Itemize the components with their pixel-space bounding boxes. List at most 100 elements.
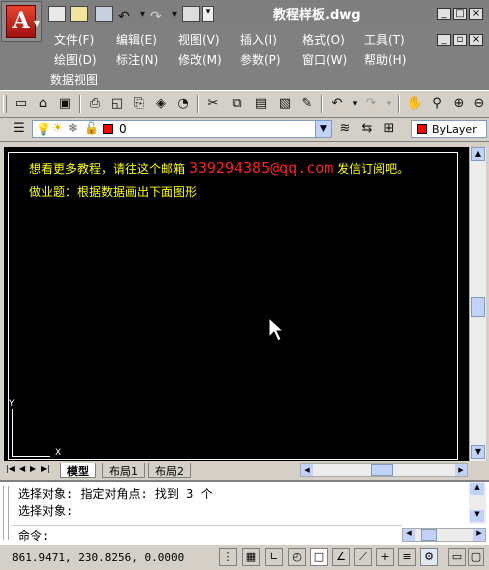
tab-layout1[interactable]: 布局1 (102, 463, 145, 478)
next-tab-icon[interactable]: ▶ (30, 464, 36, 473)
scroll-left-icon[interactable]: ◀ (301, 464, 313, 476)
menu-format[interactable]: 格式(O) (302, 31, 345, 48)
unlock-icon[interactable]: 🔓 (84, 121, 99, 135)
vertical-scrollbar[interactable]: ▲ ▼ (469, 147, 486, 461)
undo-icon[interactable]: ↶ (328, 95, 346, 113)
ortho-icon[interactable]: ∟ (265, 548, 283, 566)
scroll-down-icon[interactable]: ▼ (471, 445, 485, 459)
hscroll-thumb[interactable] (371, 464, 393, 476)
cut-icon[interactable]: ✂ (204, 95, 222, 113)
model-space-canvas[interactable]: 想看更多教程，请往这个邮箱 339294385@qq.com 发信订阅吧。 做业… (4, 147, 469, 461)
clean-screen-icon[interactable]: ▢ (468, 548, 484, 566)
command-prompt[interactable]: 命令: (18, 527, 49, 544)
save-icon[interactable] (95, 6, 113, 22)
close-icon[interactable]: × (469, 8, 483, 20)
coordinate-readout[interactable]: 861.9471, 230.8256, 0.0000 (12, 551, 184, 564)
layer-dropdown[interactable]: 💡 ☀ ❄ 🔓 0 ▼ (32, 120, 332, 138)
make-current-icon[interactable]: ≋ (336, 120, 354, 138)
menu-draw[interactable]: 绘图(D) (54, 51, 97, 68)
cmd-hscroll-thumb[interactable] (421, 529, 437, 541)
zoom-prev-icon[interactable]: ⊖ (470, 95, 488, 113)
menu-parametric[interactable]: 参数(P) (240, 51, 281, 68)
menu-dimension[interactable]: 标注(N) (116, 51, 158, 68)
menu-file[interactable]: 文件(F) (54, 31, 94, 48)
sun-icon[interactable]: ☀ (52, 121, 64, 136)
command-hscrollbar[interactable]: ◀ ▶ (402, 528, 486, 542)
osnap-icon[interactable]: □ (310, 548, 328, 566)
pan-icon[interactable]: ✋ (406, 95, 424, 113)
snap-icon[interactable]: ⋮ (219, 548, 237, 566)
grid-icon[interactable]: ▦ (242, 548, 260, 566)
save-icon[interactable]: ▣ (56, 95, 74, 113)
sheet-icon[interactable]: ◔ (174, 95, 192, 113)
application-menu-button[interactable]: A ▼ (1, 1, 42, 42)
3d-icon[interactable]: ◈ (152, 95, 170, 113)
match-icon[interactable]: ▧ (276, 95, 294, 113)
open-icon[interactable]: ⌂ (34, 95, 52, 113)
plot-icon[interactable] (182, 6, 200, 22)
zoom-window-icon[interactable]: ⊕ (450, 95, 468, 113)
color-dropdown[interactable]: ByLayer (411, 120, 487, 138)
menu-modify[interactable]: 修改(M) (178, 51, 222, 68)
fullscreen-icon[interactable]: ▭ (448, 548, 466, 566)
undo-dropdown-icon[interactable]: ▾ (140, 9, 145, 20)
tab-layout2[interactable]: 布局2 (148, 463, 191, 478)
paste-icon[interactable]: ▤ (252, 95, 270, 113)
menu-help[interactable]: 帮助(H) (364, 51, 406, 68)
menu-view[interactable]: 视图(V) (178, 31, 220, 48)
polar-icon[interactable]: ◴ (288, 548, 306, 566)
redo-icon[interactable]: ↷ (150, 9, 162, 25)
command-scrollbar[interactable]: ▲ ▼ (469, 482, 486, 524)
redo-dropdown-icon[interactable]: ▾ (172, 9, 177, 20)
scroll-up-icon[interactable]: ▲ (471, 147, 485, 161)
doc-close-icon[interactable]: × (469, 34, 483, 46)
copy-icon[interactable]: ⧉ (228, 95, 246, 113)
viewport-freeze-icon[interactable]: ❄ (68, 121, 78, 135)
scroll-right-icon[interactable]: ▶ (473, 529, 485, 541)
layer-manager-icon[interactable]: ☰ (10, 120, 28, 138)
minimize-icon[interactable]: _ (437, 8, 451, 20)
print-icon[interactable]: ⎙ (86, 95, 104, 113)
menu-window[interactable]: 窗口(W) (302, 51, 347, 68)
menu-edit[interactable]: 编辑(E) (116, 31, 157, 48)
publish-icon[interactable]: ⎘ (130, 95, 148, 113)
new-icon[interactable] (48, 6, 66, 22)
first-tab-icon[interactable]: |◀ (6, 464, 15, 473)
zoom-icon[interactable]: ⚲ (428, 95, 446, 113)
undo-icon[interactable]: ↶ (118, 9, 130, 25)
command-grip[interactable] (3, 486, 9, 540)
menu-data-view[interactable]: 数据视图 (50, 71, 98, 88)
customize-qa-icon[interactable]: ▾ (202, 6, 214, 22)
toolbar-grip[interactable] (3, 95, 7, 113)
horizontal-scrollbar[interactable]: ◀ ▶ (300, 463, 468, 477)
drawing-text-line2[interactable]: 做业题：根据数据画出下面图形 (29, 183, 197, 200)
doc-restore-icon[interactable]: ▫ (453, 34, 467, 46)
redo-dropdown-icon[interactable]: ▾ (380, 95, 398, 113)
lightbulb-icon[interactable]: 💡 (36, 122, 51, 136)
tab-model[interactable]: 模型 (60, 463, 96, 478)
scroll-up-icon[interactable]: ▲ (470, 483, 484, 495)
dyn-icon[interactable]: + (376, 548, 394, 566)
maximize-icon[interactable]: □ (453, 8, 467, 20)
scroll-right-icon[interactable]: ▶ (455, 464, 467, 476)
chevron-down-icon[interactable]: ▼ (315, 121, 331, 137)
drawing-text-line1[interactable]: 想看更多教程，请往这个邮箱 339294385@qq.com 发信订阅吧。 (29, 159, 409, 177)
ducs-icon[interactable]: ⟋ (354, 548, 372, 566)
prev-tab-icon[interactable]: ◀ (19, 464, 25, 473)
lineweight-icon[interactable]: ≡ (398, 548, 416, 566)
workspace-icon[interactable]: ⚙ (420, 548, 438, 566)
brush-icon[interactable]: ✎ (298, 95, 316, 113)
doc-minimize-icon[interactable]: _ (437, 34, 451, 46)
redo-icon[interactable]: ↷ (362, 95, 380, 113)
layer-state-icon[interactable]: ⊞ (380, 120, 398, 138)
preview-icon[interactable]: ◱ (108, 95, 126, 113)
otrack-icon[interactable]: ∠ (332, 548, 350, 566)
layer-previous-icon[interactable]: ⇆ (358, 120, 376, 138)
last-tab-icon[interactable]: ▶| (41, 464, 50, 473)
scroll-down-icon[interactable]: ▼ (470, 510, 484, 522)
scroll-left-icon[interactable]: ◀ (403, 529, 415, 541)
new-icon[interactable]: ▭ (12, 95, 30, 113)
open-icon[interactable] (70, 6, 88, 22)
menu-tools[interactable]: 工具(T) (364, 31, 405, 48)
menu-insert[interactable]: 插入(I) (240, 31, 277, 48)
